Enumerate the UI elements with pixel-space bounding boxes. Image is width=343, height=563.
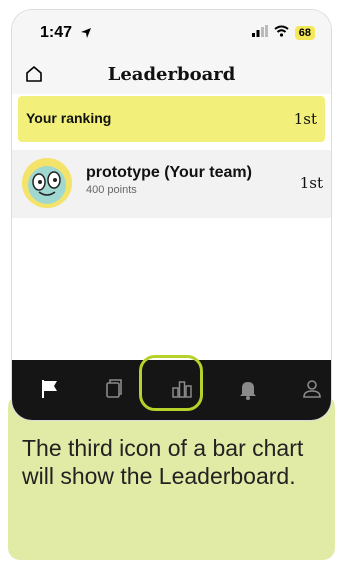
status-time: 1:47 [40, 24, 73, 41]
ranking-label: Your ranking [26, 110, 112, 126]
ranking-value: 1st [293, 110, 317, 128]
callout-text: The third icon of a bar chart will show … [22, 435, 304, 489]
status-icons: 68 [251, 24, 315, 42]
team-row[interactable]: prototype (Your team) 400 points 1st [12, 150, 331, 218]
cards-icon[interactable] [102, 377, 126, 401]
team-rank: 1st [299, 174, 323, 192]
flag-icon[interactable] [38, 377, 62, 401]
team-name: prototype (Your team) [86, 164, 252, 181]
nav-bar: Leaderboard [12, 54, 331, 94]
location-arrow-icon [80, 26, 92, 44]
page-title: Leaderboard [107, 64, 236, 85]
signal-icon [251, 24, 268, 42]
team-avatar [22, 158, 72, 208]
wifi-icon [274, 24, 289, 42]
battery-icon: 68 [294, 26, 315, 40]
leaderboard-tab-highlight [139, 355, 203, 411]
your-ranking-banner: Your ranking 1st [18, 96, 325, 142]
bell-icon[interactable] [236, 377, 260, 401]
profile-icon[interactable] [300, 377, 324, 401]
status-bar: 1:47 68 [12, 10, 331, 54]
team-points: 400 points [86, 184, 137, 196]
